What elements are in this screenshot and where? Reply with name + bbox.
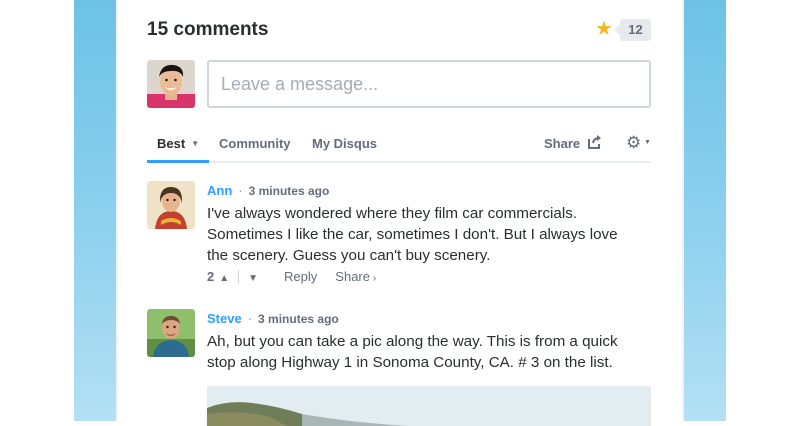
share-icon[interactable] bbox=[587, 134, 603, 155]
vote-divider bbox=[238, 270, 240, 284]
page-background-right bbox=[684, 0, 726, 421]
card-shadow-right bbox=[682, 0, 684, 421]
tab-best-active-indicator bbox=[147, 160, 209, 163]
comments-count: 15 comments bbox=[147, 19, 269, 40]
caret-down-icon[interactable]: ▼ bbox=[644, 139, 651, 146]
page-background-left bbox=[74, 0, 116, 421]
tab-best-label: Best bbox=[157, 136, 186, 151]
comment-author[interactable]: Ann bbox=[207, 183, 232, 198]
comment-header: Ann · 3 minutes ago bbox=[207, 183, 329, 198]
comments-nav: Best ▼ Community My Disqus Share ⚙ ▼ bbox=[147, 124, 651, 163]
star-icon[interactable]: ★ bbox=[595, 19, 613, 39]
tab-best[interactable]: Best ▼ bbox=[157, 136, 199, 151]
comment-text: I've always wondered where they film car… bbox=[207, 205, 618, 264]
comment-time[interactable]: 3 minutes ago bbox=[258, 312, 339, 326]
gear-icon[interactable]: ⚙ bbox=[626, 133, 641, 153]
vote-count: 2 bbox=[207, 269, 215, 284]
downvote-icon[interactable]: ▼ bbox=[248, 273, 258, 284]
share-comment-label: Share bbox=[335, 269, 370, 284]
comment-author[interactable]: Steve bbox=[207, 311, 242, 326]
avatar[interactable] bbox=[147, 181, 195, 229]
comment-actions: 2 ▲ ▼ Reply Share › bbox=[207, 269, 376, 284]
caret-down-icon: ▼ bbox=[191, 139, 200, 148]
reply-button[interactable]: Reply bbox=[284, 269, 317, 284]
tab-community[interactable]: Community bbox=[219, 136, 291, 151]
share-thread-button[interactable]: Share bbox=[544, 136, 580, 151]
comments-card: 15 comments ★ 12 Best ▼ Community My Disq… bbox=[118, 0, 682, 426]
avatar[interactable] bbox=[147, 309, 195, 357]
current-user-avatar[interactable] bbox=[147, 60, 195, 108]
share-comment-button[interactable]: Share › bbox=[335, 269, 376, 284]
separator-dot: · bbox=[247, 311, 253, 326]
nav-divider bbox=[147, 161, 651, 163]
chevron-right-icon: › bbox=[373, 273, 377, 284]
message-field[interactable] bbox=[207, 60, 653, 108]
comment-text: Ah, but you can take a pic along the way… bbox=[207, 333, 618, 371]
favorite-count-badge: 12 bbox=[614, 19, 651, 41]
separator-dot: · bbox=[238, 183, 243, 198]
upvote-icon[interactable]: ▲ bbox=[219, 273, 229, 284]
comment-header: Steve · 3 minutes ago bbox=[207, 311, 339, 326]
comment-photo[interactable] bbox=[207, 386, 651, 426]
message-input[interactable] bbox=[209, 62, 653, 106]
tab-my-disqus[interactable]: My Disqus bbox=[312, 136, 377, 151]
comment-time[interactable]: 3 minutes ago bbox=[249, 184, 330, 198]
